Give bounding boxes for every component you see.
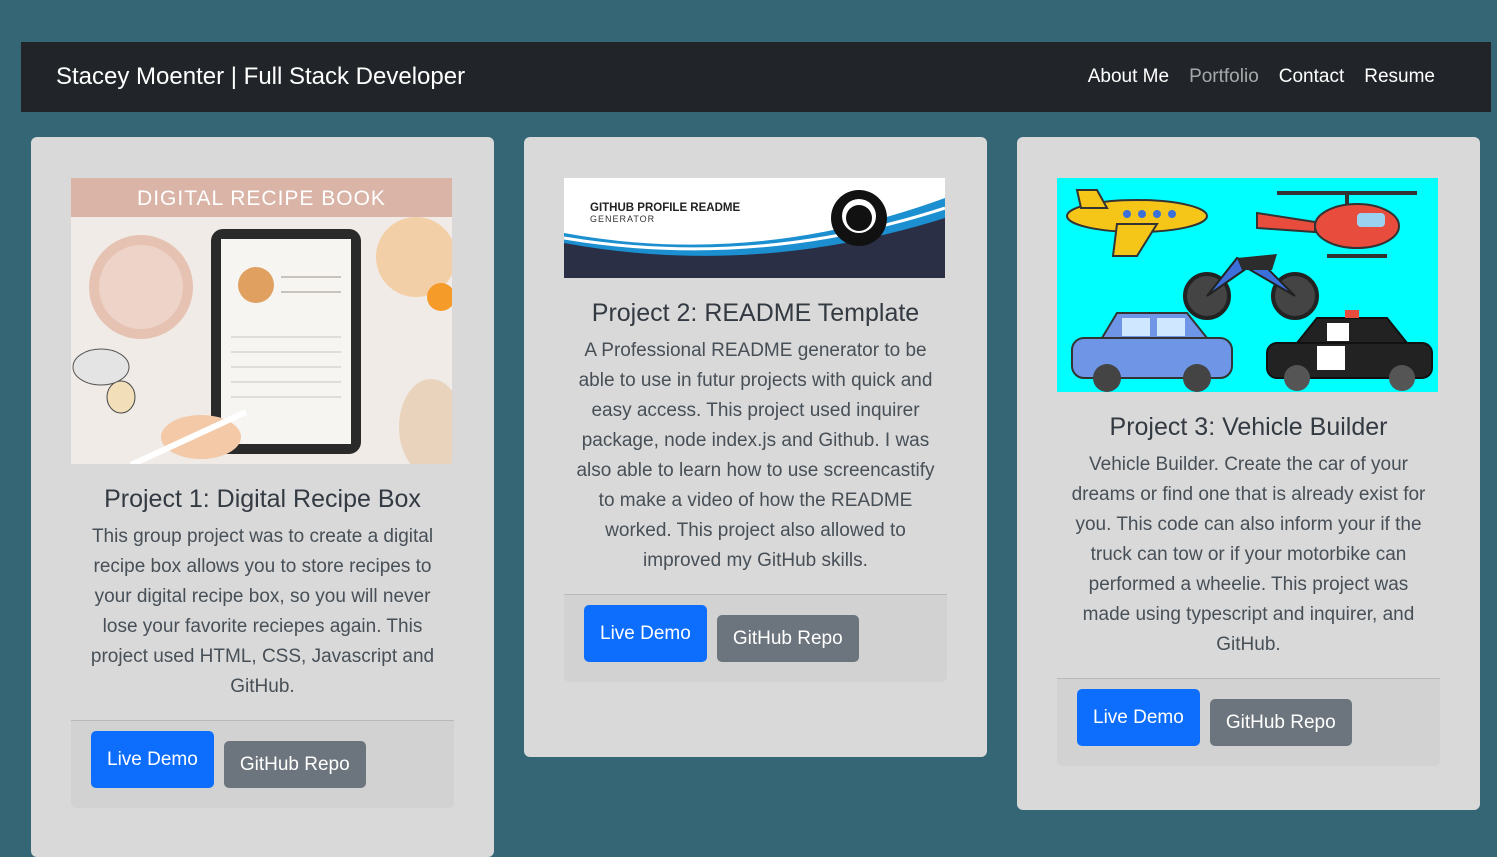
project-3-live-demo-button[interactable]: Live Demo xyxy=(1077,689,1200,746)
project-1-description: This group project was to create a digit… xyxy=(90,526,435,697)
project-1-image: DIGITAL RECIPE BOOK xyxy=(71,178,452,464)
project-1-live-demo-button[interactable]: Live Demo xyxy=(91,731,214,788)
readme-banner-subtitle: GENERATOR xyxy=(590,214,655,224)
project-3-footer: Live Demo GitHub Repo xyxy=(1057,678,1440,766)
navbar-brand[interactable]: Stacey Moenter | Full Stack Developer xyxy=(56,63,465,91)
project-2-title: Project 2: README Template xyxy=(591,299,920,327)
project-1-title: Project 1: Digital Recipe Box xyxy=(104,485,421,513)
project-3-image xyxy=(1057,178,1438,392)
project-3-description: Vehicle Builder. Create the car of your … xyxy=(1071,454,1426,655)
project-2-description: A Professional README generator to be ab… xyxy=(576,340,935,571)
nav-about-me[interactable]: About Me xyxy=(1078,66,1179,88)
project-2-github-repo-button[interactable]: GitHub Repo xyxy=(716,615,859,662)
navbar: Stacey Moenter | Full Stack Developer Ab… xyxy=(21,42,1491,112)
project-3-title: Project 3: Vehicle Builder xyxy=(1109,413,1388,441)
nav-links: About Me Portfolio Contact Resume xyxy=(1078,66,1445,88)
project-1-github-repo-button[interactable]: GitHub Repo xyxy=(223,741,366,788)
vehicle-illustration xyxy=(1057,178,1438,392)
project-card-1: DIGITAL RECIPE BOOK Project 1: Digital R… xyxy=(31,137,494,857)
project-2-live-demo-button[interactable]: Live Demo xyxy=(584,605,707,662)
nav-contact[interactable]: Contact xyxy=(1269,66,1354,88)
project-2-image: GITHUB PROFILE README GENERATOR xyxy=(564,178,945,278)
nav-resume[interactable]: Resume xyxy=(1354,66,1445,88)
recipe-image-caption: DIGITAL RECIPE BOOK xyxy=(71,178,452,217)
readme-banner: GITHUB PROFILE README GENERATOR xyxy=(564,178,945,278)
project-card-3: Project 3: Vehicle Builder Vehicle Build… xyxy=(1017,137,1480,810)
project-card-2: GITHUB PROFILE README GENERATOR Project … xyxy=(524,137,987,757)
project-3-github-repo-button[interactable]: GitHub Repo xyxy=(1209,699,1352,746)
nav-portfolio[interactable]: Portfolio xyxy=(1179,66,1269,88)
recipe-illustration xyxy=(71,217,452,464)
project-1-footer: Live Demo GitHub Repo xyxy=(71,720,454,808)
project-2-footer: Live Demo GitHub Repo xyxy=(564,594,947,682)
readme-banner-title: GITHUB PROFILE README xyxy=(590,202,740,214)
